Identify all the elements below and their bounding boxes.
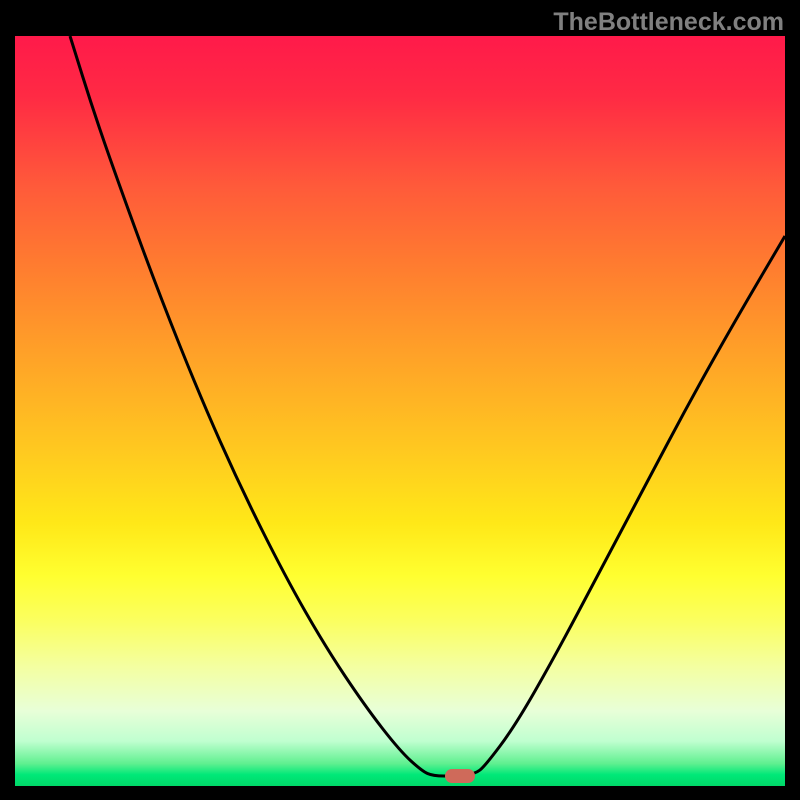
watermark-text: TheBottleneck.com	[553, 8, 784, 37]
chart-container: TheBottleneck.com	[0, 0, 800, 800]
plot-area	[15, 36, 785, 786]
optimal-marker	[445, 769, 475, 783]
bottleneck-curve	[70, 36, 785, 776]
curve-svg	[15, 36, 785, 786]
